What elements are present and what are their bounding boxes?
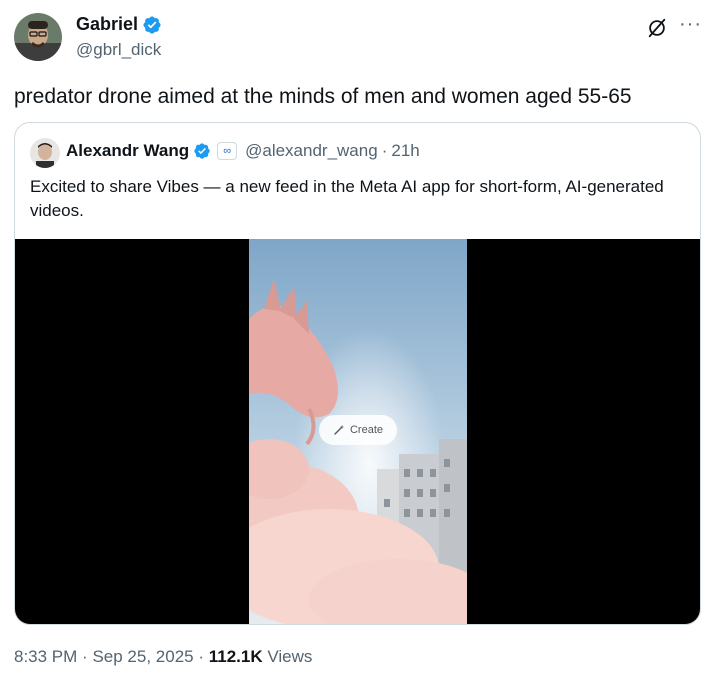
meta-affiliate-badge-icon[interactable]: ∞ [217,142,238,160]
verified-badge-icon [143,15,161,34]
verified-badge-icon [194,143,210,159]
author-name-text[interactable]: Gabriel [76,14,138,35]
tweet-text: predator drone aimed at the minds of men… [14,85,632,108]
quoted-header: Alexandr Wang ∞ @alexandr_wang · 21h [66,141,420,161]
video-frame[interactable]: Create [249,239,467,624]
quoted-author-name[interactable]: Alexandr Wang [66,141,189,161]
author-avatar[interactable] [14,13,62,61]
create-button[interactable]: Create [319,415,397,445]
quoted-time-ago[interactable]: 21h [391,141,419,161]
quoted-separator: · [381,141,388,160]
author-name[interactable]: Gabriel [76,14,162,35]
post-time[interactable]: 8:33 PM [14,647,77,666]
tweet-footer: 8:33 PM · Sep 25, 2025 · 112.1K Views [14,647,312,667]
create-button-label: Create [349,424,384,436]
views-label: Views [267,647,313,666]
grok-icon[interactable] [646,17,668,39]
author-handle[interactable]: @gbrl_dick [76,40,161,60]
quoted-text: Excited to share Vibes — a new feed in t… [30,177,664,220]
video-player[interactable]: Create [15,239,700,624]
magic-wand-icon [334,425,344,435]
more-options-icon[interactable]: ··· [679,13,702,36]
post-date[interactable]: Sep 25, 2025 [92,647,193,666]
footer-separator: · [82,647,88,666]
quoted-author-handle[interactable]: @alexandr_wang [245,141,378,161]
quoted-author-avatar[interactable] [30,138,60,168]
views-count: 112.1K [208,647,263,666]
quoted-tweet[interactable]: Alexandr Wang ∞ @alexandr_wang · 21h Exc… [14,122,701,625]
footer-separator: · [198,647,205,666]
